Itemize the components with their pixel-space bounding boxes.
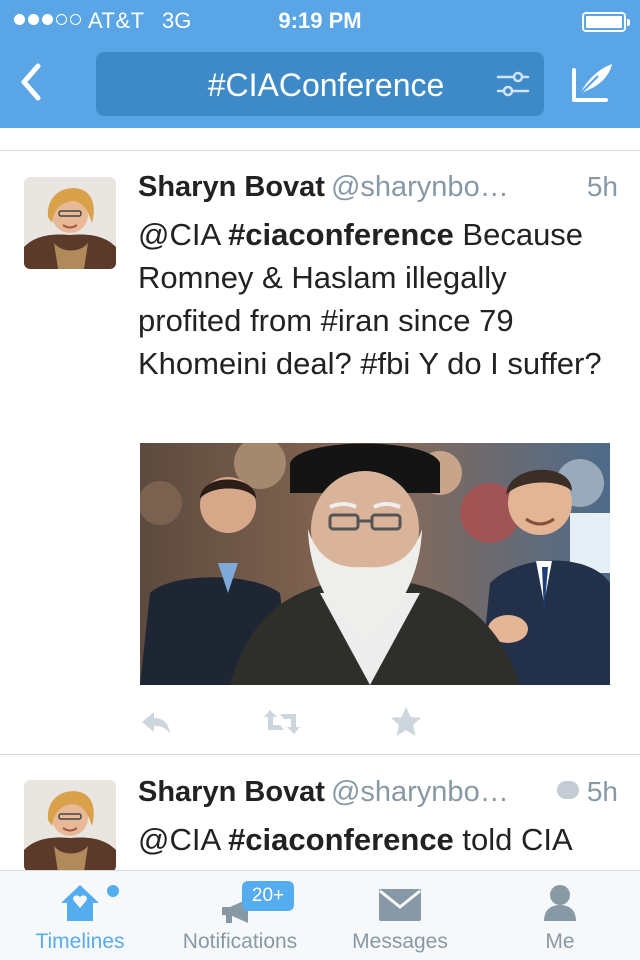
back-button[interactable] <box>16 62 46 102</box>
tweet[interactable]: Sharyn Bovat @sharynbo… 5h @CIA #ciaconfe… <box>0 756 640 870</box>
header: AT&T 3G 9:19 PM #CIAConference <box>0 0 640 128</box>
tweet-time: 5h <box>586 171 618 202</box>
sliders-icon[interactable] <box>496 69 530 99</box>
tweet-header: Sharyn Bovat @sharynbo… 5h <box>138 171 618 211</box>
retweet-icon <box>264 710 300 734</box>
avatar[interactable] <box>24 780 116 870</box>
mention-link[interactable]: @CIA <box>138 217 228 252</box>
tweet-body-text: told CIA <box>453 822 573 857</box>
compose-feather-icon <box>572 64 612 102</box>
author-name[interactable]: Sharyn Bovat <box>138 171 325 203</box>
tweet-feed[interactable]: Sharyn Bovat @sharynbo… 5h @CIA #ciaconfe… <box>0 128 640 870</box>
compose-tweet-button[interactable] <box>568 58 618 108</box>
author-handle[interactable]: @sharynbo… <box>331 171 509 203</box>
hashtag-link[interactable]: #ciaconference <box>228 217 454 252</box>
tweet-time-group: 5h <box>556 776 618 808</box>
search-query-text: #CIAConference <box>207 67 445 103</box>
tab-bar: Timelines 20+ Notifications Messages Me <box>0 870 640 960</box>
reply-button[interactable] <box>138 704 174 740</box>
tweet[interactable]: Sharyn Bovat @sharynbo… 5h @CIA #ciaconfe… <box>0 151 640 755</box>
chevron-left-icon <box>21 63 41 101</box>
tab-notifications[interactable]: 20+ Notifications <box>160 871 320 960</box>
envelope-icon <box>379 889 421 921</box>
twitter-search-screen: AT&T 3G 9:19 PM #CIAConference Sharyn Bo… <box>0 0 640 960</box>
mention-link[interactable]: @CIA <box>138 822 228 857</box>
search-query-field[interactable]: #CIAConference <box>96 52 544 116</box>
tweet-photo[interactable] <box>140 443 610 685</box>
home-icon <box>61 885 99 921</box>
conversation-icon <box>556 781 579 799</box>
person-icon <box>544 885 576 921</box>
tab-timelines[interactable]: Timelines <box>0 871 160 960</box>
tab-me[interactable]: Me <box>480 871 640 960</box>
tab-label: Timelines <box>35 930 125 953</box>
author-handle[interactable]: @sharynbo… <box>331 776 509 808</box>
clock: 9:19 PM <box>278 8 362 33</box>
tweet-header: Sharyn Bovat @sharynbo… 5h <box>138 776 618 816</box>
tweet-time: 5h <box>586 776 618 807</box>
notification-badge: 20+ <box>242 881 294 911</box>
battery-icon <box>582 12 630 32</box>
tweet-text: @CIA #ciaconference told CIA <box>138 818 618 861</box>
retweet-button[interactable] <box>262 704 300 740</box>
favorite-button[interactable] <box>388 704 424 740</box>
tweet-actions <box>138 704 438 744</box>
tab-label: Notifications <box>182 930 298 953</box>
unread-dot <box>107 885 119 897</box>
reply-icon <box>142 712 170 734</box>
tab-label: Messages <box>352 930 448 953</box>
tweet-text: @CIA #ciaconference Because Romney & Has… <box>138 213 618 385</box>
hashtag-link[interactable]: #ciaconference <box>228 822 454 857</box>
tab-messages[interactable]: Messages <box>320 871 480 960</box>
favorite-star-icon <box>391 707 421 736</box>
tab-label: Me <box>545 930 575 953</box>
avatar[interactable] <box>24 177 116 269</box>
author-name[interactable]: Sharyn Bovat <box>138 776 325 808</box>
status-bar: AT&T 3G 9:19 PM <box>0 0 640 40</box>
